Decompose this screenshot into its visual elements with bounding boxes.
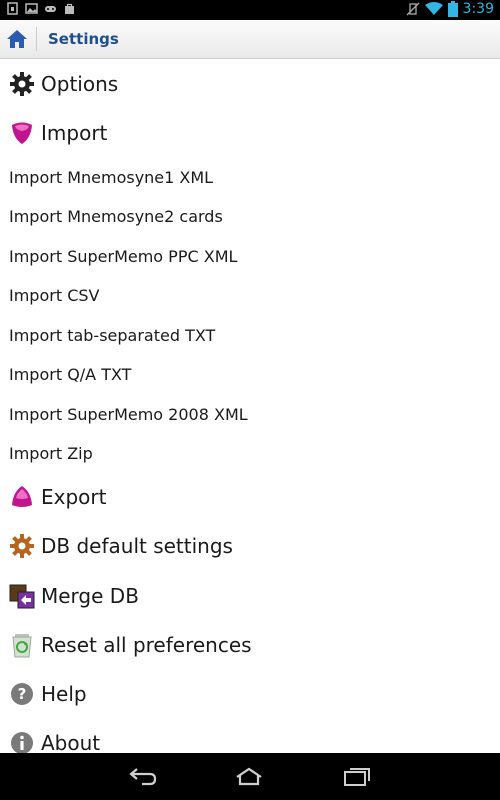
import-supermemo-ppc-xml[interactable]: Import SuperMemo PPC XML [9,241,489,271]
svg-text:?: ? [18,685,27,703]
import-icon [9,120,35,146]
import-label: Import [41,121,108,145]
battery-icon [447,1,458,17]
info-icon [9,730,35,753]
db-default-settings-item[interactable]: DB default settings [0,523,500,569]
import-header[interactable]: Import [0,110,500,156]
action-bar: Settings [0,20,500,59]
navigation-bar [0,753,500,800]
recycle-icon [9,632,35,658]
import-zip[interactable]: Import Zip [9,438,489,468]
import-mnemosyne2-cards[interactable]: Import Mnemosyne2 cards [9,201,489,231]
export-icon [9,484,35,510]
options-item[interactable]: Options [0,61,500,107]
options-label: Options [41,72,119,96]
import-csv[interactable]: Import CSV [9,280,489,310]
import-mnemosyne1-xml[interactable]: Import Mnemosyne1 XML [9,162,489,192]
about-label: About [41,731,101,753]
game-controller-icon [45,6,56,12]
page-title: Settings [48,30,119,48]
export-item[interactable]: Export [0,474,500,520]
merge-db-icon [9,583,35,609]
home-button[interactable] [0,20,34,58]
wifi-icon [424,2,443,15]
db-default-settings-label: DB default settings [41,534,233,558]
help-item[interactable]: ? Help [0,671,500,717]
reset-all-preferences-item[interactable]: Reset all preferences [0,622,500,668]
gear-icon [9,71,35,97]
merge-db-item[interactable]: Merge DB [0,573,500,619]
clock: 3:39 [462,1,494,17]
import-qa-txt[interactable]: Import Q/A TXT [9,359,489,389]
status-bar: 3:39 [0,0,500,20]
image-icon [25,3,38,14]
db-settings-icon [9,533,35,559]
settings-list: Options Import Import Mnemosyne1 XML Imp… [0,59,500,753]
sim-icon [7,2,18,15]
help-label: Help [41,682,87,706]
recent-apps-button[interactable] [342,765,372,787]
reset-all-preferences-label: Reset all preferences [41,633,252,657]
import-tab-separated-txt[interactable]: Import tab-separated TXT [9,320,489,350]
about-item[interactable]: About [0,720,500,753]
action-bar-divider [36,27,37,51]
back-button[interactable] [128,765,158,787]
home-icon [7,30,27,48]
home-nav-button[interactable] [234,765,264,787]
import-supermemo-2008-xml[interactable]: Import SuperMemo 2008 XML [9,399,489,429]
export-label: Export [41,485,107,509]
shopping-bag-icon [65,3,74,14]
merge-db-label: Merge DB [41,584,139,608]
help-icon: ? [9,681,35,707]
vibrate-off-icon [406,2,420,16]
